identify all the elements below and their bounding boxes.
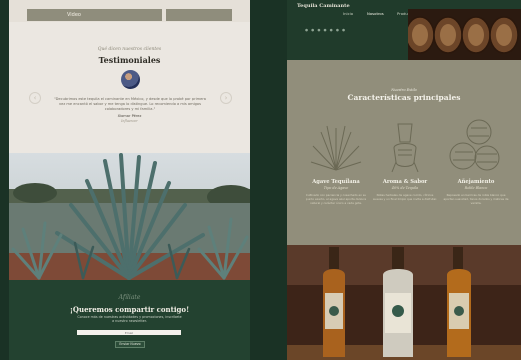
feature-aroma-name: Aroma & Sabor: [382, 179, 428, 185]
testimonial-author: Xiomar Pérez: [117, 114, 142, 118]
barrels-image: [408, 9, 521, 60]
newsletter-title: ¡Queremos compartir contigo!: [69, 305, 190, 314]
section-overline: Nuestro Estilo: [391, 88, 417, 92]
agave-field-image: [9, 153, 250, 280]
feature-aging-desc: Reposado en barricas de roble blanco que…: [443, 193, 509, 205]
barrels-photo: [408, 9, 521, 60]
submit-button[interactable]: Enviar Nuevo: [115, 341, 145, 348]
brand-logo[interactable]: Tequila Caminante: [297, 3, 350, 9]
next-arrow-icon[interactable]: ›: [220, 92, 232, 104]
bottles-photo: [287, 245, 521, 360]
feature-aroma-desc: Notas herbales de agave cocido, cítricos…: [373, 193, 437, 201]
tab-strip: Video: [9, 0, 250, 22]
feature-agave-name: Agave Tequilana: [312, 179, 360, 185]
feature-aging-name: Añejamiento: [457, 179, 495, 185]
agave-icon: [310, 125, 362, 171]
slider-dots[interactable]: ● ● ● ● ● ● ●: [305, 28, 346, 32]
nav-item-nosotros[interactable]: Nosotros: [367, 11, 384, 16]
hand-glass-icon: [391, 123, 419, 173]
tab-3[interactable]: [166, 9, 232, 21]
testimonial-quote: "Decubrimos este tequila el caminante en…: [53, 97, 207, 111]
newsletter-description: Conoce más de nuestras actividades y pro…: [77, 315, 182, 324]
bottles-image: [287, 245, 521, 360]
section-title: Características principales: [347, 93, 461, 102]
feature-aging-sub: Roble Blanco: [464, 186, 488, 190]
barrels-icon: [449, 119, 500, 171]
feature-agave-sub: Tipo de Agave: [323, 186, 349, 190]
email-field[interactable]: [77, 330, 181, 335]
testimonials-overline: Qué dicen nuestros clientes: [97, 47, 162, 52]
testimonial-role: Influencer: [121, 119, 138, 123]
tab-2[interactable]: [96, 9, 162, 21]
feature-agave-desc: Cultivado con paciencia y cosechado en s…: [305, 193, 367, 205]
prev-arrow-icon[interactable]: ‹: [29, 92, 41, 104]
avatar: [121, 70, 140, 89]
newsletter-script: Afíliate: [118, 294, 141, 301]
feature-aroma-sub: 40% de Tequila: [391, 186, 419, 190]
testimonials-title: Testimoniales: [98, 55, 161, 65]
left-page-preview: Video Qué dicen nuestros clientes Testim…: [9, 0, 250, 360]
nav-item-inicio[interactable]: Inicio: [343, 11, 353, 16]
right-page-preview: Tequila Caminante Inicio Nosotros Produc…: [287, 0, 521, 360]
agave-field-photo: [9, 153, 250, 280]
